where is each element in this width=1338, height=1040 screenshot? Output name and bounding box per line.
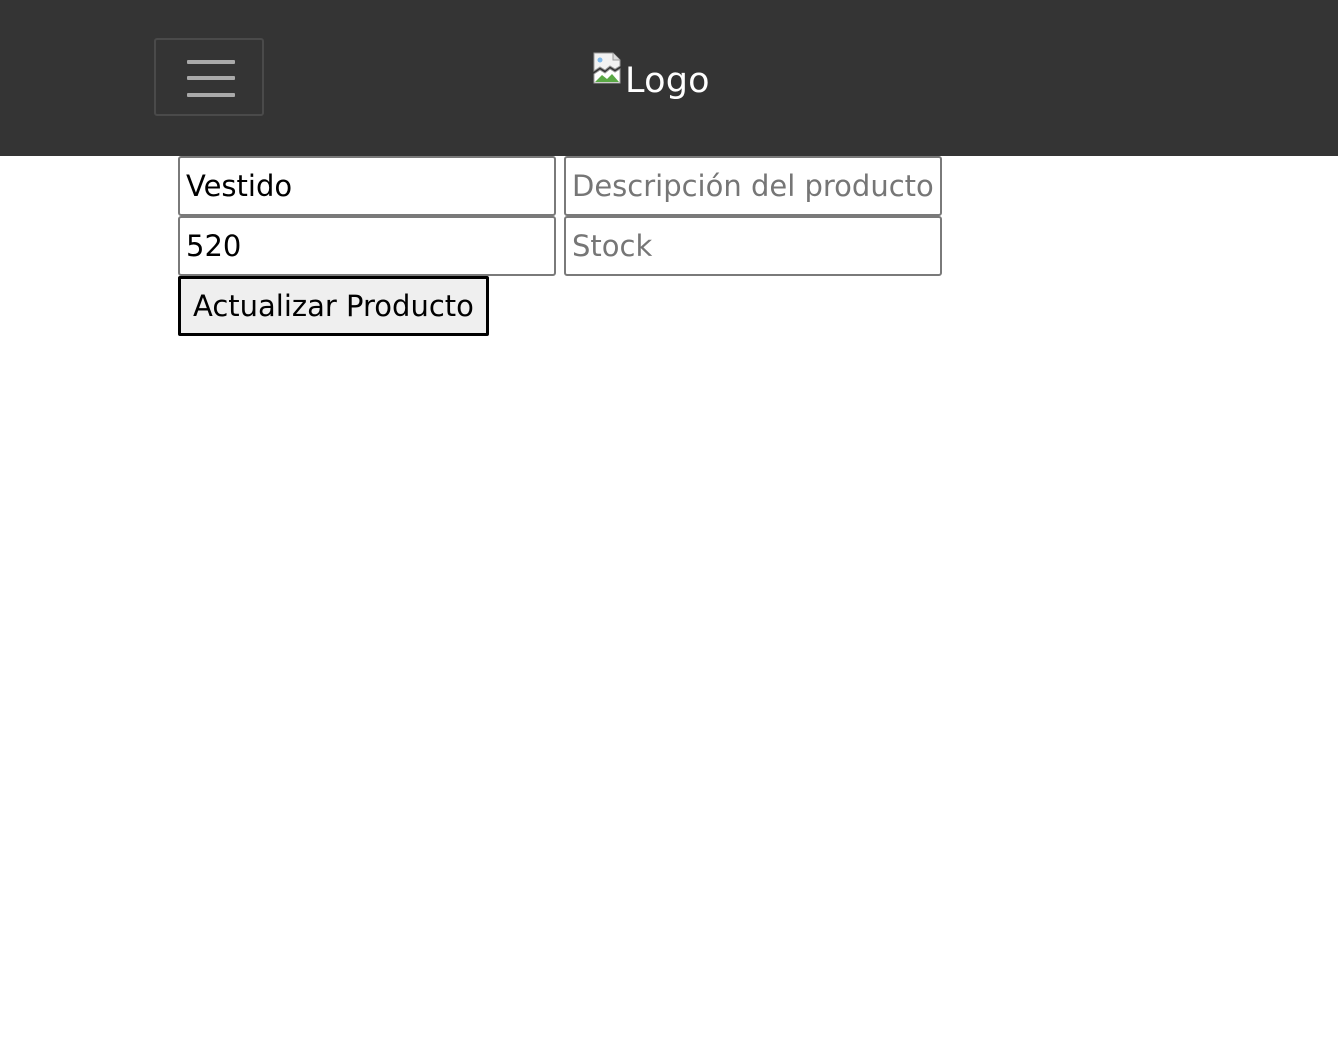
update-product-button[interactable]: Actualizar Producto — [178, 276, 489, 336]
logo-alt-text: Logo — [625, 61, 710, 101]
navbar: Logo — [0, 0, 1338, 156]
broken-image-icon — [592, 52, 624, 84]
product-name-input[interactable] — [178, 156, 556, 216]
menu-toggle-button[interactable] — [154, 38, 264, 116]
product-stock-input[interactable] — [564, 216, 942, 276]
product-description-input[interactable] — [564, 156, 942, 216]
logo[interactable]: Logo — [592, 50, 710, 106]
product-price-input[interactable] — [178, 216, 556, 276]
